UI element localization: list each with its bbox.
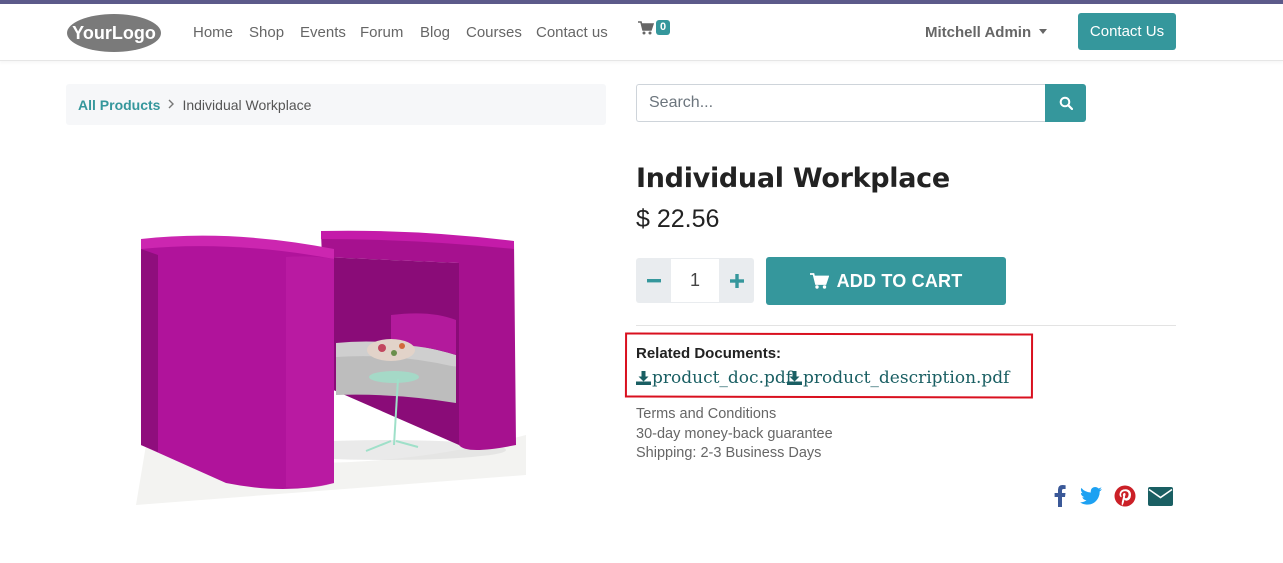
nav-home[interactable]: Home xyxy=(193,24,233,41)
user-name: Mitchell Admin xyxy=(925,24,1032,41)
logo-text: YourLogo xyxy=(72,23,156,43)
minus-icon xyxy=(646,278,661,282)
nav-blog[interactable]: Blog xyxy=(420,24,450,41)
search-button[interactable] xyxy=(1045,84,1086,122)
quantity-input[interactable]: 1 xyxy=(671,258,719,303)
download-icon xyxy=(787,371,802,385)
search-input[interactable]: Search... xyxy=(636,84,1046,122)
money-back-guarantee: 30-day money-back guarantee xyxy=(636,426,833,442)
search-placeholder: Search... xyxy=(649,94,714,111)
nav-shop[interactable]: Shop xyxy=(249,24,284,41)
product-price: $ 22.56 xyxy=(636,205,720,233)
nav-events[interactable]: Events xyxy=(300,24,346,41)
user-menu[interactable]: Mitchell Admin xyxy=(925,24,1048,41)
plus-icon xyxy=(729,273,744,288)
nav-forum[interactable]: Forum xyxy=(360,24,403,41)
pinterest-icon[interactable] xyxy=(1113,484,1137,508)
add-to-cart-button[interactable]: ADD TO CART xyxy=(766,257,1006,305)
product-title: Individual Workplace xyxy=(636,163,950,194)
facebook-icon[interactable] xyxy=(1052,484,1068,508)
document-link-product-description[interactable]: product_description.pdf xyxy=(787,368,1009,388)
breadcrumb: All Products Individual Workplace xyxy=(66,84,606,125)
envelope-icon[interactable] xyxy=(1147,484,1173,508)
download-icon xyxy=(636,371,651,385)
terms-and-conditions: Terms and Conditions xyxy=(636,406,777,422)
breadcrumb-all-products[interactable]: All Products xyxy=(78,97,160,113)
navbar: YourLogo Home Shop Events Forum Blog Cou… xyxy=(0,4,1283,61)
document-name: product_doc.pdf xyxy=(652,368,793,388)
nav-courses[interactable]: Courses xyxy=(466,24,522,41)
document-name: product_description.pdf xyxy=(803,368,1010,388)
add-to-cart-label: ADD TO CART xyxy=(836,270,963,291)
related-documents-highlight xyxy=(624,332,1034,399)
logo[interactable]: YourLogo xyxy=(66,12,162,52)
breadcrumb-current: Individual Workplace xyxy=(182,96,312,113)
nav-contact[interactable]: Contact us xyxy=(536,24,608,41)
search-icon xyxy=(1059,96,1073,110)
product-image[interactable] xyxy=(136,145,536,505)
quantity-decrease-button[interactable] xyxy=(636,258,671,303)
caret-down-icon xyxy=(1039,28,1048,34)
chevron-right-icon xyxy=(168,97,175,112)
related-documents-title: Related Documents: xyxy=(636,345,782,362)
shopping-cart-icon[interactable] xyxy=(638,21,655,40)
quantity-increase-button[interactable] xyxy=(719,258,754,303)
contact-us-button[interactable]: Contact Us xyxy=(1078,13,1176,50)
shopping-cart-icon xyxy=(809,273,829,289)
twitter-icon[interactable] xyxy=(1079,484,1103,508)
shipping-info: Shipping: 2-3 Business Days xyxy=(636,445,822,461)
cart-count-badge: 0 xyxy=(656,20,671,35)
divider xyxy=(636,325,1176,326)
document-link-product-doc[interactable]: product_doc.pdf xyxy=(636,368,792,388)
